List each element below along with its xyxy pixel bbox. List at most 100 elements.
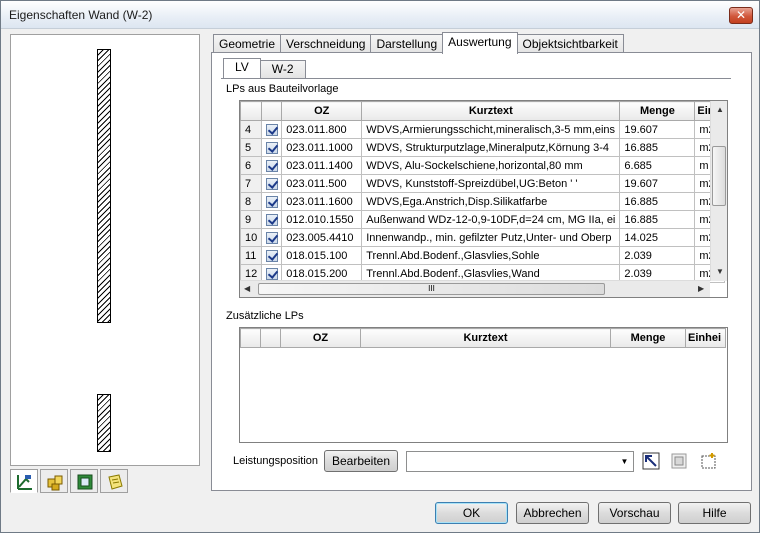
scroll-up-icon[interactable]: ▲ — [716, 105, 724, 114]
table-row[interactable]: 7 023.011.500 WDVS, Kunststoff-Spreizdübel… — [240, 174, 726, 193]
components-icon — [47, 475, 63, 491]
table-row[interactable]: 5 023.011.1000 WDVS, Strukturputzlage,Mine… — [240, 138, 726, 157]
vertical-scrollbar[interactable]: ▲ ▼ — [710, 101, 727, 281]
cell-oz[interactable]: 023.011.500 — [281, 174, 363, 193]
cell-oz[interactable]: 023.005.4410 — [281, 228, 363, 247]
header-kurztext[interactable]: Kurztext — [360, 328, 611, 348]
cell-oz[interactable]: 023.011.1000 — [281, 138, 363, 157]
cell-menge[interactable]: 2.039 — [619, 246, 696, 265]
new-item-icon — [701, 453, 716, 469]
row-number: 9 — [240, 210, 263, 229]
cell-menge[interactable]: 19.607 — [619, 120, 696, 139]
cell-kurztext[interactable]: WDVS, Alu-Sockelschiene,horizontal,80 mm — [361, 156, 621, 175]
cell-kurztext[interactable]: WDVS,Ega.Anstrich,Disp.Silikatfarbe — [361, 192, 621, 211]
row-number: 8 — [240, 192, 263, 211]
row-number: 11 — [240, 246, 263, 265]
pick-position-button[interactable] — [642, 452, 662, 472]
cell-oz[interactable]: 023.011.1400 — [281, 156, 363, 175]
copy-position-button[interactable] — [670, 452, 690, 472]
new-position-button[interactable] — [700, 452, 720, 472]
horizontal-scrollbar[interactable]: ◀ III ▶ — [240, 280, 710, 297]
cell-oz[interactable]: 018.015.100 — [281, 246, 363, 265]
header-kurztext[interactable]: Kurztext — [361, 101, 621, 121]
table-row[interactable]: 4 023.011.800 WDVS,Armierungsschicht,miner… — [240, 120, 726, 139]
table-row[interactable]: 10 023.005.4410 Innenwandp., min. gefilzte… — [240, 228, 726, 247]
row-checkbox-cell[interactable] — [261, 246, 283, 265]
bearbeiten-button[interactable]: Bearbeiten — [324, 450, 398, 472]
header-oz[interactable]: OZ — [280, 328, 361, 348]
cell-oz[interactable]: 012.010.1550 — [281, 210, 363, 229]
horizontal-scroll-thumb[interactable]: III — [258, 283, 605, 295]
cell-kurztext[interactable]: Außenwand WDz-12-0,9-10DF,d=24 cm, MG II… — [361, 210, 621, 229]
measure-icon — [17, 475, 32, 490]
vertical-scroll-thumb[interactable] — [712, 146, 726, 206]
table-row[interactable]: 8 023.011.1600 WDVS,Ega.Anstrich,Disp.Sili… — [240, 192, 726, 211]
scroll-left-icon[interactable]: ◀ — [244, 284, 250, 293]
row-checkbox[interactable] — [265, 123, 278, 136]
tab-geometrie[interactable]: Geometrie — [213, 34, 282, 54]
section-label-additional-lps: Zusätzliche LPs — [226, 310, 304, 322]
row-checkbox[interactable] — [265, 141, 278, 154]
row-checkbox[interactable] — [265, 249, 278, 262]
header-einheit[interactable]: Einhei — [685, 328, 726, 348]
tab-verschneidung[interactable]: Verschneidung — [280, 34, 372, 54]
close-icon: ✕ — [735, 8, 747, 22]
preview-tool-button-1[interactable] — [10, 469, 38, 493]
scroll-down-icon[interactable]: ▼ — [716, 267, 724, 276]
cell-menge[interactable]: 19.607 — [619, 174, 696, 193]
header-oz[interactable]: OZ — [281, 101, 363, 121]
row-checkbox[interactable] — [265, 267, 278, 280]
cell-oz[interactable]: 023.011.800 — [281, 120, 363, 139]
scroll-right-icon[interactable]: ▶ — [698, 284, 704, 293]
row-checkbox-cell[interactable] — [261, 156, 283, 175]
subtab-w2[interactable]: W-2 — [259, 60, 306, 78]
leistungsposition-select[interactable]: ▼ — [406, 451, 634, 472]
cell-menge[interactable]: 16.885 — [619, 192, 696, 211]
window-title: Eigenschaften Wand (W-2) — [9, 8, 153, 22]
chevron-down-icon[interactable]: ▼ — [616, 452, 633, 471]
row-checkbox-cell[interactable] — [261, 192, 283, 211]
row-checkbox-cell[interactable] — [261, 174, 283, 193]
cell-kurztext[interactable]: WDVS, Kunststoff-Spreizdübel,UG:Beton ' … — [361, 174, 621, 193]
cell-kurztext[interactable]: Innenwandp., min. gefilzter Putz,Unter- … — [361, 228, 621, 247]
row-checkbox-cell[interactable] — [261, 210, 283, 229]
additional-lps-table: OZ Kurztext Menge Einhei — [240, 328, 726, 348]
subtab-lv[interactable]: LV — [223, 58, 261, 78]
header-menge[interactable]: Menge — [610, 328, 686, 348]
cell-menge[interactable]: 16.885 — [619, 210, 696, 229]
layers-icon — [77, 474, 93, 490]
row-checkbox-cell[interactable] — [261, 120, 283, 139]
cell-menge[interactable]: 14.025 — [619, 228, 696, 247]
cell-kurztext[interactable]: WDVS, Strukturputzlage,Mineralputz,Körnu… — [361, 138, 621, 157]
table-row[interactable]: 6 023.011.1400 WDVS, Alu-Sockelschiene,hor… — [240, 156, 726, 175]
preview-tool-button-4[interactable] — [100, 469, 128, 493]
help-button[interactable]: Hilfe — [678, 502, 751, 524]
preview-button[interactable]: Vorschau — [598, 502, 671, 524]
table-row[interactable]: 11 018.015.100 Trennl.Abd.Bodenf.,Glasvlie… — [240, 246, 726, 265]
table-row[interactable]: 9 012.010.1550 Außenwand WDz-12-0,9-10DF,d… — [240, 210, 726, 229]
cancel-button[interactable]: Abbrechen — [516, 502, 589, 524]
row-checkbox[interactable] — [265, 177, 278, 190]
close-button[interactable]: ✕ — [729, 7, 753, 24]
cell-menge[interactable]: 16.885 — [619, 138, 696, 157]
row-checkbox[interactable] — [265, 195, 278, 208]
cell-oz[interactable]: 023.011.1600 — [281, 192, 363, 211]
tab-objektsichtbarkeit[interactable]: Objektsichtbarkeit — [516, 34, 624, 54]
row-checkbox[interactable] — [265, 213, 278, 226]
wall-preview — [10, 34, 200, 466]
row-checkbox-cell[interactable] — [261, 228, 283, 247]
preview-tool-button-2[interactable] — [40, 469, 68, 493]
row-checkbox[interactable] — [265, 231, 278, 244]
row-checkbox[interactable] — [265, 159, 278, 172]
row-checkbox-cell[interactable] — [261, 138, 283, 157]
sub-tabs: LV W-2 — [223, 58, 306, 78]
cell-kurztext[interactable]: WDVS,Armierungsschicht,mineralisch,3-5 m… — [361, 120, 621, 139]
additional-lps-grid: OZ Kurztext Menge Einhei — [239, 327, 728, 443]
cell-menge[interactable]: 6.685 — [619, 156, 696, 175]
header-menge[interactable]: Menge — [619, 101, 696, 121]
cell-kurztext[interactable]: Trennl.Abd.Bodenf.,Glasvlies,Sohle — [361, 246, 621, 265]
tab-auswertung[interactable]: Auswertung — [442, 32, 518, 54]
ok-button[interactable]: OK — [435, 502, 508, 524]
preview-tool-button-3[interactable] — [70, 469, 98, 493]
tab-darstellung[interactable]: Darstellung — [370, 34, 444, 54]
